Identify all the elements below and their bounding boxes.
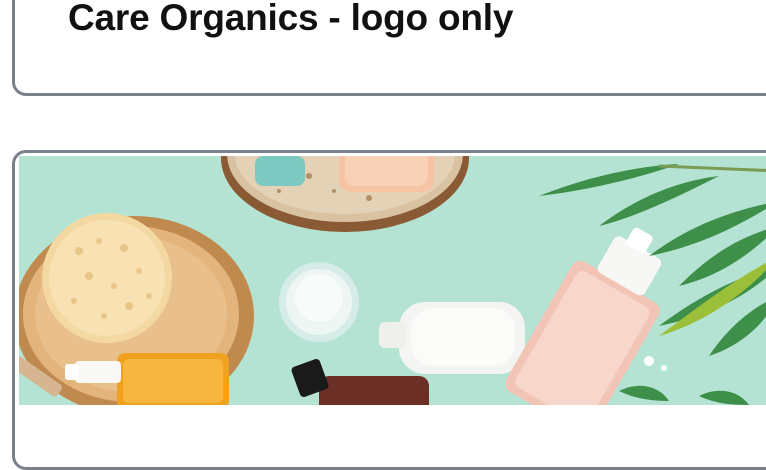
product-photo — [19, 156, 766, 405]
product-card-image-card[interactable] — [12, 150, 766, 470]
card-title: Care Organics - logo only — [68, 0, 514, 38]
product-card-care-organics[interactable]: Care Organics - logo only — [12, 0, 766, 96]
